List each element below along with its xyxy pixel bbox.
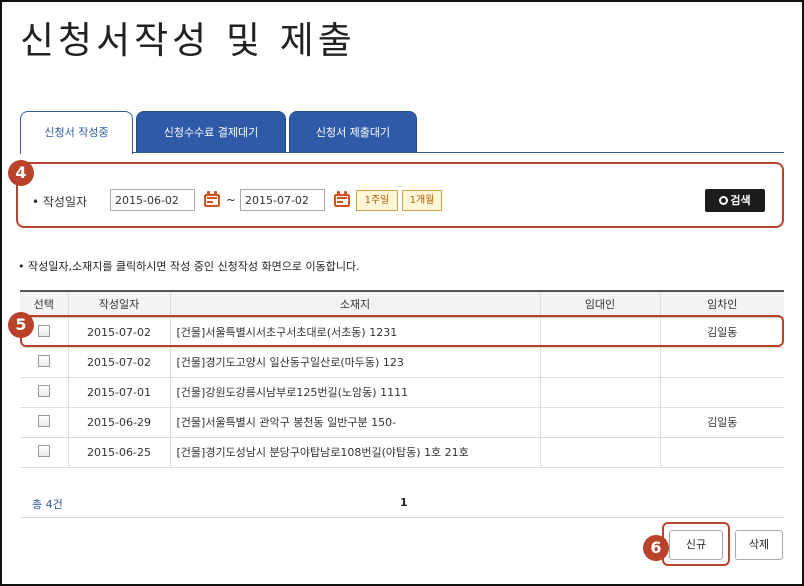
row-landlord <box>540 407 661 438</box>
date-label: • 작성일자 <box>32 195 88 209</box>
row-checkbox[interactable] <box>37 384 50 397</box>
window-frame: 신청서작성 및 제출 신청서 작성중 신청수수료 결제대기 신청서 제출대기 4… <box>0 0 804 586</box>
header-landlord: 임대인 <box>540 290 661 318</box>
header-address: 소재지 <box>170 290 541 318</box>
row-tenant <box>660 377 784 408</box>
marker-badge-row: 5 <box>8 312 34 338</box>
row-landlord <box>540 437 661 468</box>
tab-bar: 신청서 작성중 신청수수료 결제대기 신청서 제출대기 <box>20 111 784 154</box>
row-checkbox[interactable] <box>37 354 50 367</box>
one-week-button[interactable]: 1주일 <box>356 190 398 211</box>
calendar-icon[interactable] <box>204 191 220 207</box>
table-row: 2015-06-25 [건물]경기도성남시 분당구야탑남로108번길(야탑동) … <box>20 437 784 468</box>
row-date-link[interactable]: 2015-07-02 <box>68 347 171 378</box>
new-button[interactable]: 신규 <box>669 530 723 560</box>
row-address-link[interactable]: [건물]강원도강릉시남부로125번길(노암동) 1111 <box>170 377 541 408</box>
one-month-button[interactable]: 1개월 <box>402 190 442 211</box>
table-row: 2015-06-29 [건물]서울특별시 관악구 봉천동 일반구분 150- 김… <box>20 407 784 438</box>
row-highlight-frame <box>20 315 784 347</box>
notice-text: • 작성일자,소재지를 클릭하시면 작성 중인 신청작성 화면으로 이동합니다. <box>18 260 360 273</box>
search-icon <box>719 196 729 205</box>
row-address-link[interactable]: [건물]경기도성남시 분당구야탑남로108번길(야탑동) 1호 21호 <box>170 437 541 468</box>
row-checkbox[interactable] <box>37 414 50 427</box>
row-tenant: 김일동 <box>660 407 784 438</box>
row-date-link[interactable]: 2015-06-29 <box>68 407 171 438</box>
row-tenant <box>660 437 784 468</box>
row-date-link[interactable]: 2015-07-01 <box>68 377 171 408</box>
end-date-input[interactable] <box>240 189 325 211</box>
date-separator: ~ <box>226 193 237 207</box>
tab-writing[interactable]: 신청서 작성중 <box>20 111 133 154</box>
pagination-page[interactable]: 1 <box>400 496 408 509</box>
tab-divider <box>20 152 784 153</box>
row-checkbox[interactable] <box>37 444 50 457</box>
marker-badge-search: 4 <box>8 160 34 186</box>
row-tenant <box>660 347 784 378</box>
search-button-label: 검색 <box>730 194 751 207</box>
search-button[interactable]: 검색 <box>705 189 765 212</box>
tab-submit-pending[interactable]: 신청서 제출대기 <box>289 111 417 153</box>
header-tenant: 임차인 <box>660 290 784 318</box>
table-footer: 총 4건 1 <box>20 488 784 518</box>
start-date-input[interactable] <box>110 189 195 211</box>
delete-button[interactable]: 삭제 <box>735 530 783 560</box>
row-landlord <box>540 347 661 378</box>
table-row: 2015-07-02 [건물]경기도고양시 일산동구일산로(마두동) 123 <box>20 347 784 378</box>
calendar-icon[interactable] <box>334 191 350 207</box>
row-address-link[interactable]: [건물]경기도고양시 일산동구일산로(마두동) 123 <box>170 347 541 378</box>
table-row: 2015-07-01 [건물]강원도강릉시남부로125번길(노암동) 1111 <box>20 377 784 408</box>
row-address-link[interactable]: [건물]서울특별시 관악구 봉천동 일반구분 150- <box>170 407 541 438</box>
total-count: 총 4건 <box>32 498 63 511</box>
page-title: 신청서작성 및 제출 <box>20 19 356 62</box>
tab-payment-pending[interactable]: 신청수수료 결제대기 <box>136 111 286 153</box>
header-date: 작성일자 <box>68 290 171 318</box>
row-landlord <box>540 377 661 408</box>
marker-badge-new: 6 <box>643 535 669 561</box>
row-date-link[interactable]: 2015-06-25 <box>68 437 171 468</box>
